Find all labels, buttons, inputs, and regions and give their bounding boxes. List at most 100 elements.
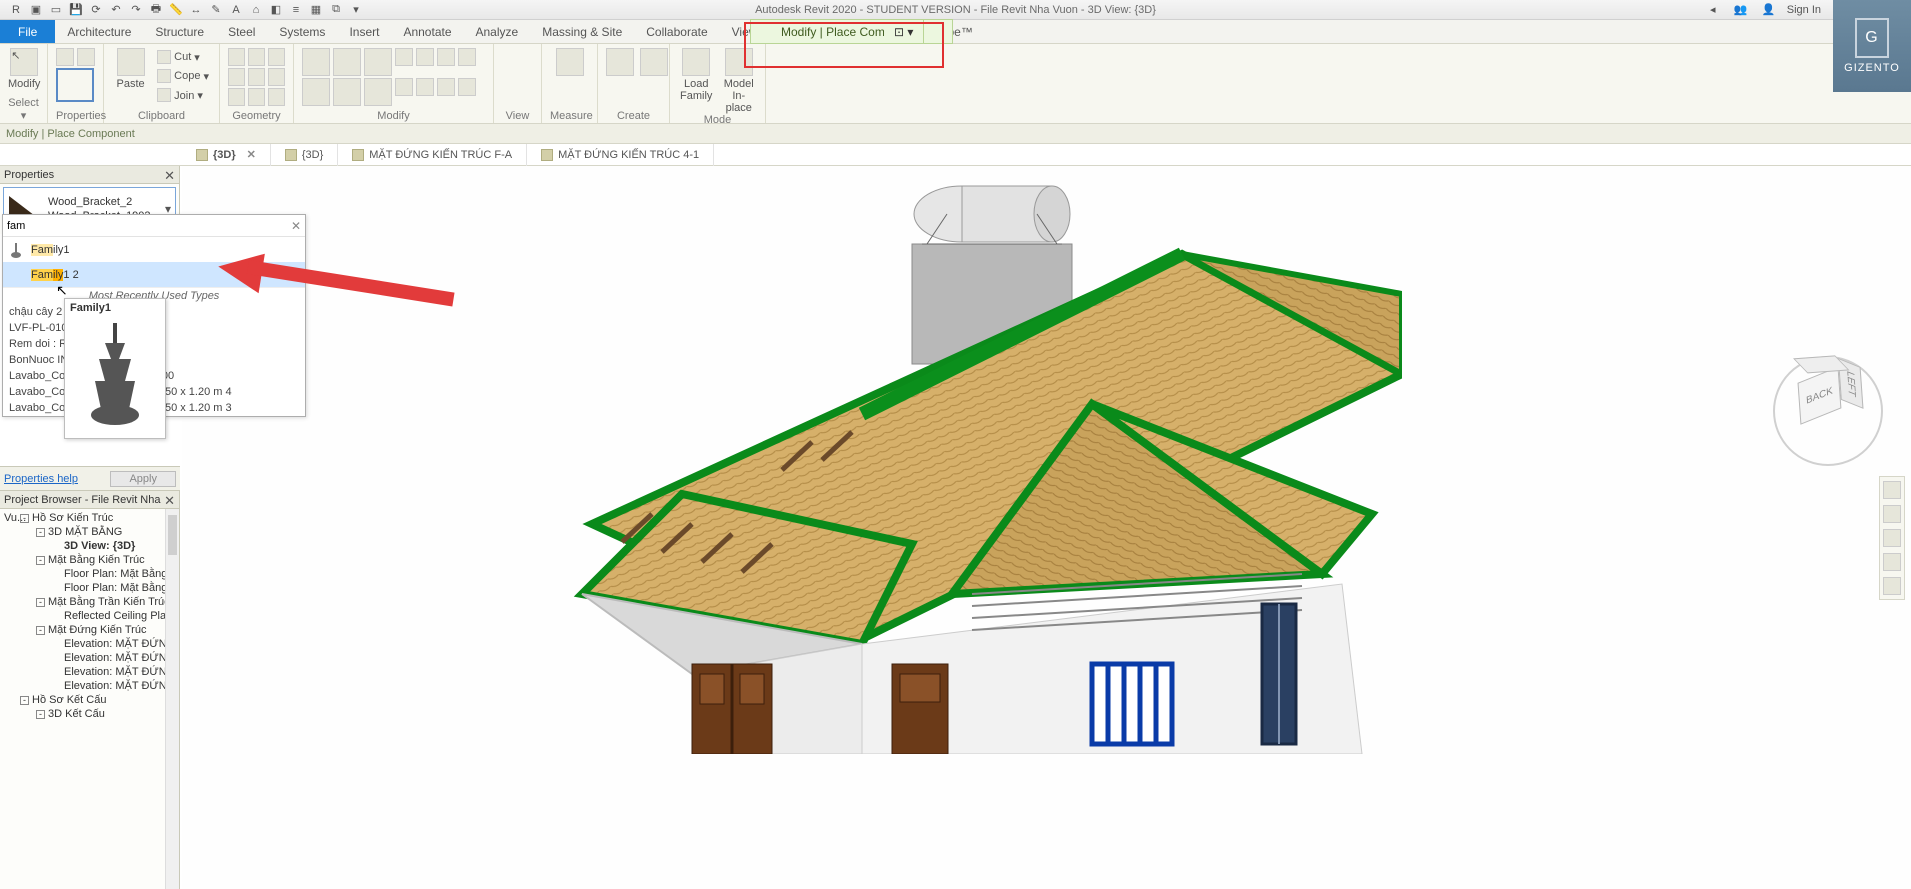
- tab-systems[interactable]: Systems: [267, 20, 337, 43]
- view-tab-3d-2[interactable]: {3D}: [271, 144, 338, 166]
- keyword-icon[interactable]: ◂: [1704, 2, 1722, 18]
- geom-icon-9[interactable]: [268, 88, 285, 106]
- measure-button[interactable]: [550, 48, 589, 76]
- drawing-area[interactable]: BACK LEFT: [182, 166, 1911, 889]
- pin-icon[interactable]: [395, 78, 413, 96]
- tab-file[interactable]: File: [0, 20, 55, 43]
- tree-node[interactable]: -Mặt Đứng Kiến Trúc: [0, 623, 179, 637]
- measure-icon[interactable]: 📏: [167, 2, 185, 18]
- print-icon[interactable]: 🖶: [147, 2, 165, 18]
- props-icon-2[interactable]: [77, 48, 95, 66]
- pan-icon[interactable]: [1883, 529, 1901, 547]
- view-tab-elev-41[interactable]: MẶT ĐỨNG KIẾN TRÚC 4-1: [527, 144, 714, 166]
- props-icon-1[interactable]: [56, 48, 74, 66]
- modify-tool[interactable]: ↖Modify: [8, 48, 40, 90]
- tree-node[interactable]: Elevation: MẶT ĐỨNG: [0, 637, 179, 651]
- tree-node[interactable]: Elevation: MẶT ĐỨNG: [0, 679, 179, 693]
- unpin-icon[interactable]: [416, 78, 434, 96]
- tree-node[interactable]: 3D View: {3D}: [0, 539, 179, 553]
- panel-geometry-label[interactable]: Geometry: [228, 110, 285, 123]
- tag-icon[interactable]: ✎: [207, 2, 225, 18]
- copy2-icon[interactable]: [333, 78, 361, 106]
- zoom-icon[interactable]: [1883, 505, 1901, 523]
- tree-node[interactable]: -Mặt Bằng Trần Kiến Trúc: [0, 595, 179, 609]
- load-family-button[interactable]: Load Family: [678, 48, 715, 102]
- tree-node[interactable]: Elevation: MẶT ĐỨNG: [0, 651, 179, 665]
- geom-icon-2[interactable]: [248, 48, 265, 66]
- geom-icon-5[interactable]: [248, 68, 265, 86]
- dimension-icon[interactable]: ↔: [187, 2, 205, 18]
- delete-icon[interactable]: [437, 78, 455, 96]
- tab-insert[interactable]: Insert: [337, 20, 391, 43]
- tree-node[interactable]: Floor Plan: Mặt Bằng: [0, 567, 179, 581]
- sync-icon[interactable]: ⟳: [87, 2, 105, 18]
- fullnav-icon[interactable]: [1883, 481, 1901, 499]
- tab-annotate[interactable]: Annotate: [391, 20, 463, 43]
- tab-analyze[interactable]: Analyze: [464, 20, 531, 43]
- geom-icon-6[interactable]: [268, 68, 285, 86]
- rotate-icon[interactable]: [364, 78, 392, 106]
- trim-icon[interactable]: [395, 48, 413, 66]
- apply-button[interactable]: Apply: [110, 471, 176, 487]
- scale-icon[interactable]: [458, 48, 476, 66]
- tab-context-extra[interactable]: ⊡ ▾: [884, 19, 924, 44]
- align-icon[interactable]: [302, 48, 330, 76]
- model-inplace-button[interactable]: Model In-place: [721, 48, 758, 114]
- mirror-icon[interactable]: [364, 48, 392, 76]
- panel-modify-label[interactable]: Modify: [302, 110, 485, 123]
- new-icon[interactable]: ▭: [47, 2, 65, 18]
- panel-create-label[interactable]: Create: [606, 110, 661, 123]
- panel-clipboard-label[interactable]: Clipboard: [112, 110, 211, 123]
- close-hidden-icon[interactable]: ▦: [307, 2, 325, 18]
- tree-node[interactable]: -3D Kết Cấu: [0, 707, 179, 721]
- panel-select-label[interactable]: Select ▾: [8, 97, 39, 123]
- tab-steel[interactable]: Steel: [216, 20, 267, 43]
- tab-architecture[interactable]: Architecture: [55, 20, 143, 43]
- move-icon[interactable]: [302, 78, 330, 106]
- view-tab-3d-active[interactable]: {3D}✕: [182, 144, 271, 166]
- undo-icon[interactable]: ↶: [107, 2, 125, 18]
- geom-icon-7[interactable]: [228, 88, 245, 106]
- section-icon[interactable]: ◧: [267, 2, 285, 18]
- geom-icon-8[interactable]: [248, 88, 265, 106]
- type-search-input[interactable]: [7, 220, 291, 232]
- copy-button[interactable]: Cope▾: [155, 67, 211, 85]
- open-icon[interactable]: ▣: [27, 2, 45, 18]
- viewcube[interactable]: BACK LEFT: [1773, 356, 1883, 466]
- text-icon[interactable]: A: [227, 2, 245, 18]
- user-icon[interactable]: 👥: [1732, 2, 1750, 18]
- save-icon[interactable]: 💾: [67, 2, 85, 18]
- paste-button[interactable]: Paste: [112, 48, 149, 90]
- lookat-icon[interactable]: [1883, 577, 1901, 595]
- tab-massing[interactable]: Massing & Site: [530, 20, 634, 43]
- close-tab-icon[interactable]: ✕: [247, 148, 256, 161]
- tree-scrollbar[interactable]: [165, 509, 179, 889]
- cut-button[interactable]: Cut▾: [155, 48, 211, 66]
- thin-lines-icon[interactable]: ≡: [287, 2, 305, 18]
- close-properties-icon[interactable]: ✕: [164, 167, 175, 185]
- tree-node[interactable]: Floor Plan: Mặt Bằng: [0, 581, 179, 595]
- panel-measure-label[interactable]: Measure: [550, 110, 589, 123]
- viewcube-cube[interactable]: BACK LEFT: [1797, 372, 1859, 434]
- offset-icon[interactable]: [333, 48, 361, 76]
- geom-icon-4[interactable]: [228, 68, 245, 86]
- properties-help-link[interactable]: Properties help: [4, 473, 78, 485]
- scrollbar-thumb[interactable]: [168, 515, 177, 555]
- mod-icon-x[interactable]: [458, 78, 476, 96]
- geom-icon-3[interactable]: [268, 48, 285, 66]
- tree-node[interactable]: -Hồ Sơ Kiến Trúc: [0, 511, 179, 525]
- panel-view-label[interactable]: View: [502, 110, 533, 123]
- revit-icon[interactable]: R: [7, 2, 25, 18]
- view-tab-elev-fa[interactable]: MẶT ĐỨNG KIẾN TRÚC F-A: [338, 144, 527, 166]
- default3d-icon[interactable]: ⌂: [247, 2, 265, 18]
- tree-node[interactable]: -3D MẶT BẰNG: [0, 525, 179, 539]
- switch-window-icon[interactable]: ⧉: [327, 2, 345, 18]
- tree-node[interactable]: Elevation: MẶT ĐỨNG: [0, 665, 179, 679]
- create-btn2[interactable]: [640, 48, 668, 76]
- join-button[interactable]: Join ▾: [155, 86, 211, 104]
- dd-chevron-icon[interactable]: ▾: [347, 2, 365, 18]
- signin-link[interactable]: Sign In: [1787, 4, 1821, 16]
- close-browser-icon[interactable]: ✕: [164, 492, 175, 510]
- tree-node[interactable]: Reflected Ceiling Plan: [0, 609, 179, 623]
- panel-properties-label[interactable]: Properties: [56, 110, 95, 123]
